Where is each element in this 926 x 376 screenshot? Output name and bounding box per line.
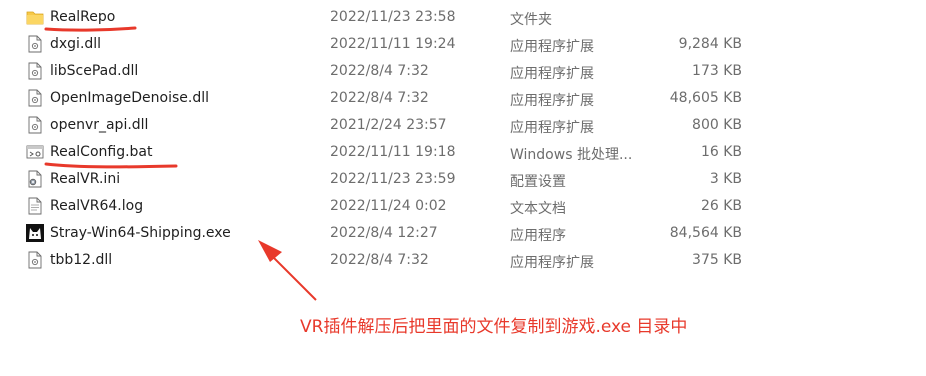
dll-file-icon	[26, 62, 44, 80]
file-type: Windows 批处理...	[510, 147, 633, 163]
file-row[interactable]: dxgi.dll 2022/11/11 19:24 应用程序扩展 9,284 KB	[0, 31, 926, 58]
file-size: 375 KB	[692, 252, 742, 268]
file-modified-date: 2022/11/24 0:02	[330, 198, 447, 214]
file-modified-date: 2022/11/23 23:58	[330, 9, 456, 25]
file-name: tbb12.dll	[50, 252, 113, 268]
dll-file-icon	[26, 35, 44, 53]
file-size: 800 KB	[692, 117, 742, 133]
file-row[interactable]: openvr_api.dll 2021/2/24 23:57 应用程序扩展 800 K…	[0, 112, 926, 139]
file-modified-date: 2022/8/4 7:32	[330, 252, 429, 268]
file-type: 应用程序扩展	[510, 93, 594, 109]
file-list: RealRepo 2022/11/23 23:58 文件夹 dxgi.dll 2022/…	[0, 4, 926, 274]
dll-file-icon	[26, 116, 44, 134]
file-modified-date: 2022/11/11 19:24	[330, 36, 456, 52]
file-size: 84,564 KB	[669, 225, 742, 241]
text-file-icon	[26, 197, 44, 215]
file-type: 应用程序扩展	[510, 255, 594, 271]
file-type: 配置设置	[510, 174, 566, 190]
file-modified-date: 2022/8/4 7:32	[330, 63, 429, 79]
file-size: 173 KB	[692, 63, 742, 79]
file-type: 文本文档	[510, 201, 566, 217]
annotation-text: VR插件解压后把里面的文件复制到游戏.exe 目录中	[300, 317, 688, 337]
file-name: OpenImageDenoise.dll	[50, 90, 209, 106]
file-explorer-view: RealRepo 2022/11/23 23:58 文件夹 dxgi.dll 2022/…	[0, 0, 926, 376]
stray-game-icon	[26, 224, 44, 242]
file-size: 9,284 KB	[678, 36, 742, 52]
file-row[interactable]: OpenImageDenoise.dll 2022/8/4 7:32 应用程序扩展 4…	[0, 85, 926, 112]
dll-file-icon	[26, 89, 44, 107]
file-modified-date: 2022/8/4 12:27	[330, 225, 438, 241]
folder-icon	[26, 8, 44, 26]
file-name: openvr_api.dll	[50, 117, 149, 133]
file-name: RealConfig.bat	[50, 144, 153, 160]
file-modified-date: 2022/8/4 7:32	[330, 90, 429, 106]
file-name: RealVR.ini	[50, 171, 121, 187]
file-name: libScePad.dll	[50, 63, 139, 79]
file-row[interactable]: Stray-Win64-Shipping.exe 2022/8/4 12:27 应用…	[0, 220, 926, 247]
file-size: 26 KB	[700, 198, 742, 214]
file-size: 16 KB	[700, 144, 742, 160]
file-row[interactable]: tbb12.dll 2022/8/4 7:32 应用程序扩展 375 KB	[0, 247, 926, 274]
ini-file-icon	[26, 170, 44, 188]
file-name: Stray-Win64-Shipping.exe	[50, 225, 231, 241]
file-type: 应用程序扩展	[510, 120, 594, 136]
file-modified-date: 2022/11/11 19:18	[330, 144, 456, 160]
file-type: 应用程序扩展	[510, 66, 594, 82]
file-name: RealVR64.log	[50, 198, 144, 214]
dll-file-icon	[26, 251, 44, 269]
file-row[interactable]: libScePad.dll 2022/8/4 7:32 应用程序扩展 173 KB	[0, 58, 926, 85]
file-size: 3 KB	[709, 171, 742, 187]
file-modified-date: 2021/2/24 23:57	[330, 117, 447, 133]
file-name: dxgi.dll	[50, 36, 102, 52]
file-type: 应用程序扩展	[510, 39, 594, 55]
file-row[interactable]: RealConfig.bat 2022/11/11 19:18 Windows 批处…	[0, 139, 926, 166]
file-row[interactable]: RealRepo 2022/11/23 23:58 文件夹	[0, 4, 926, 31]
file-size: 48,605 KB	[669, 90, 742, 106]
file-type: 文件夹	[510, 12, 552, 28]
file-row[interactable]: RealVR64.log 2022/11/24 0:02 文本文档 26 KB	[0, 193, 926, 220]
file-name: RealRepo	[50, 9, 116, 25]
file-type: 应用程序	[510, 228, 566, 244]
batch-file-icon	[26, 143, 44, 161]
file-row[interactable]: RealVR.ini 2022/11/23 23:59 配置设置 3 KB	[0, 166, 926, 193]
file-modified-date: 2022/11/23 23:59	[330, 171, 456, 187]
